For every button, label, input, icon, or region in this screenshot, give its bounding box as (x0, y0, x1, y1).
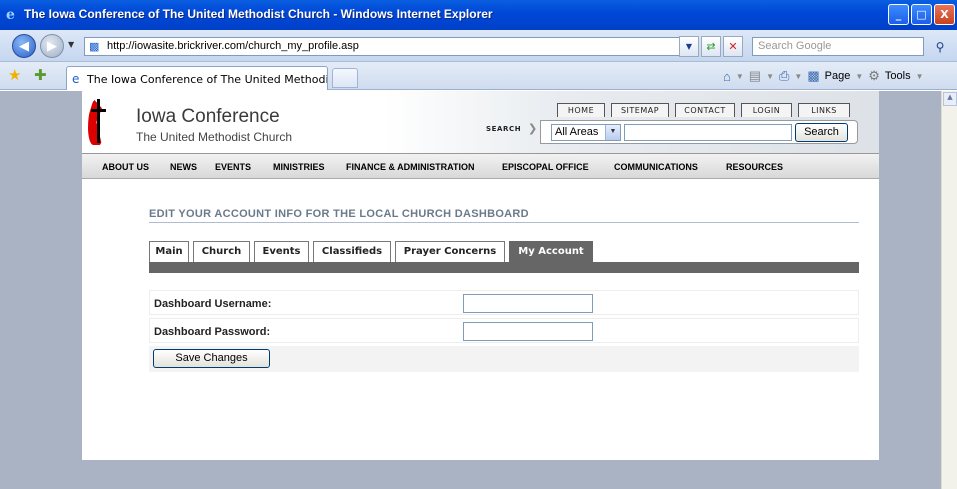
new-tab-button[interactable] (332, 68, 358, 88)
search-scope-value: All Areas (555, 126, 599, 138)
site-title[interactable]: Iowa Conference (136, 106, 280, 128)
site-search-input[interactable] (624, 124, 792, 141)
page-dropdown-icon[interactable]: ▼ (855, 72, 863, 81)
cross-and-flame-logo-icon[interactable] (88, 99, 108, 145)
web-page: Iowa Conference The United Methodist Chu… (82, 91, 879, 460)
feeds-dropdown-icon[interactable]: ▼ (766, 72, 774, 81)
title-divider (149, 222, 859, 223)
util-nav-sitemap[interactable]: SITEMAP (611, 103, 669, 117)
refresh-button[interactable]: ⇄ (701, 36, 721, 57)
close-button[interactable]: X (934, 4, 955, 25)
ie-page-icon: e (72, 72, 80, 86)
search-input[interactable]: Search Google (752, 37, 924, 56)
address-url: http://iowasite.brickriver.com/church_my… (107, 40, 359, 52)
address-input[interactable]: ▩ http://iowasite.brickriver.com/church_… (84, 37, 698, 56)
tab-prayer-concerns[interactable]: Prayer Concerns (395, 241, 505, 262)
nav-resources[interactable]: RESOURCES (726, 162, 783, 172)
nav-events[interactable]: EVENTS (215, 162, 251, 172)
tab-main[interactable]: Main (149, 241, 189, 262)
minimize-button[interactable]: _ (888, 4, 909, 25)
scroll-up-icon[interactable]: ▲ (943, 92, 957, 106)
stop-button[interactable]: ✕ (723, 36, 743, 57)
search-label: SEARCH (486, 125, 522, 133)
window-controls: _ □ X (888, 4, 955, 25)
print-icon[interactable]: ⎙ (779, 68, 789, 84)
chevron-down-icon: ▼ (605, 125, 620, 140)
chevron-down-icon: ▼ (685, 42, 693, 51)
forward-button[interactable]: ▶ (40, 34, 64, 58)
window-titlebar: e The Iowa Conference of The United Meth… (0, 0, 957, 30)
site-subtitle: The United Methodist Church (136, 130, 293, 144)
util-nav-home[interactable]: HOME (557, 103, 605, 117)
util-nav-links[interactable]: LINKS (798, 103, 850, 117)
command-bar: ⌂ ▼ ▤ ▼ ⎙ ▼ ▩ Page ▼ ⚙ Tools ▼ (723, 68, 924, 84)
tab-events[interactable]: Events (254, 241, 309, 262)
tab-strip (149, 262, 859, 273)
page-menu-icon: ▩ (807, 68, 820, 83)
ie-logo-icon: e (6, 7, 15, 23)
page-menu-label[interactable]: Page (825, 70, 851, 82)
tab-classifieds[interactable]: Classifieds (313, 241, 391, 262)
feeds-icon[interactable]: ▤ (749, 68, 761, 84)
print-dropdown-icon[interactable]: ▼ (794, 72, 802, 81)
tools-dropdown-icon[interactable]: ▼ (916, 72, 924, 81)
main-nav: ABOUT US NEWS EVENTS MINISTRIES FINANCE … (82, 153, 879, 179)
home-icon[interactable]: ⌂ (723, 69, 731, 84)
favorites-star-icon[interactable]: ★ (8, 66, 21, 84)
nav-ministries[interactable]: MINISTRIES (273, 162, 325, 172)
tab-church[interactable]: Church (193, 241, 250, 262)
tab-toolbar: ★ ✚ e The Iowa Conference of The United … (0, 62, 957, 90)
arrow-right-icon: ▶ (47, 38, 57, 54)
add-favorite-icon[interactable]: ✚ (34, 66, 47, 84)
tools-menu-label[interactable]: Tools (885, 70, 911, 82)
back-button[interactable]: ◀ (12, 34, 36, 58)
page-icon: ▩ (89, 41, 100, 53)
window-title: The Iowa Conference of The United Method… (24, 7, 493, 21)
search-go-button[interactable]: ⚲ (930, 36, 950, 57)
stop-icon: ✕ (728, 40, 738, 53)
refresh-icon: ⇄ (706, 40, 716, 53)
browser-tab-active[interactable]: e The Iowa Conference of The United Meth… (66, 66, 328, 90)
search-arrow-icon: ❯ (528, 122, 538, 135)
form-row-username: Dashboard Username: (149, 290, 859, 315)
cross-bar (91, 109, 106, 112)
username-label: Dashboard Username: (154, 298, 272, 310)
maximize-button[interactable]: □ (911, 4, 932, 25)
util-nav-login[interactable]: LOGIN (741, 103, 792, 117)
home-dropdown-icon[interactable]: ▼ (736, 72, 744, 81)
save-changes-button[interactable]: Save Changes (153, 349, 270, 368)
address-dropdown-button[interactable]: ▼ (679, 36, 699, 57)
form-row-password: Dashboard Password: (149, 318, 859, 343)
history-dropdown-icon[interactable]: ▼ (68, 40, 74, 49)
magnifier-icon: ⚲ (935, 39, 945, 54)
password-label: Dashboard Password: (154, 326, 271, 338)
vertical-scrollbar[interactable]: ▲ (941, 91, 957, 489)
nav-finance-administration[interactable]: FINANCE & ADMINISTRATION (346, 162, 475, 172)
util-nav-contact[interactable]: CONTACT (675, 103, 735, 117)
browser-tab-title: The Iowa Conference of The United Method… (87, 73, 327, 86)
tab-my-account[interactable]: My Account (509, 241, 593, 262)
site-header: Iowa Conference The United Methodist Chu… (82, 91, 879, 153)
search-scope-select[interactable]: All Areas ▼ (551, 124, 621, 141)
username-input[interactable] (463, 294, 593, 313)
page-title: EDIT YOUR ACCOUNT INFO FOR THE LOCAL CHU… (149, 208, 529, 220)
form-actions: Save Changes (149, 346, 859, 372)
nav-communications[interactable]: COMMUNICATIONS (614, 162, 698, 172)
nav-episcopal-office[interactable]: EPISCOPAL OFFICE (502, 162, 589, 172)
cross-stem (97, 99, 100, 143)
gear-icon: ⚙ (868, 68, 880, 83)
nav-news[interactable]: NEWS (170, 162, 197, 172)
site-search-button[interactable]: Search (795, 123, 848, 142)
address-toolbar: ◀ ▶ ▼ ▩ http://iowasite.brickriver.com/c… (0, 30, 957, 62)
utility-nav: HOME SITEMAP CONTACT LOGIN LINKS (557, 103, 856, 117)
nav-about-us[interactable]: ABOUT US (102, 162, 149, 172)
password-input[interactable] (463, 322, 593, 341)
arrow-left-icon: ◀ (19, 38, 29, 54)
